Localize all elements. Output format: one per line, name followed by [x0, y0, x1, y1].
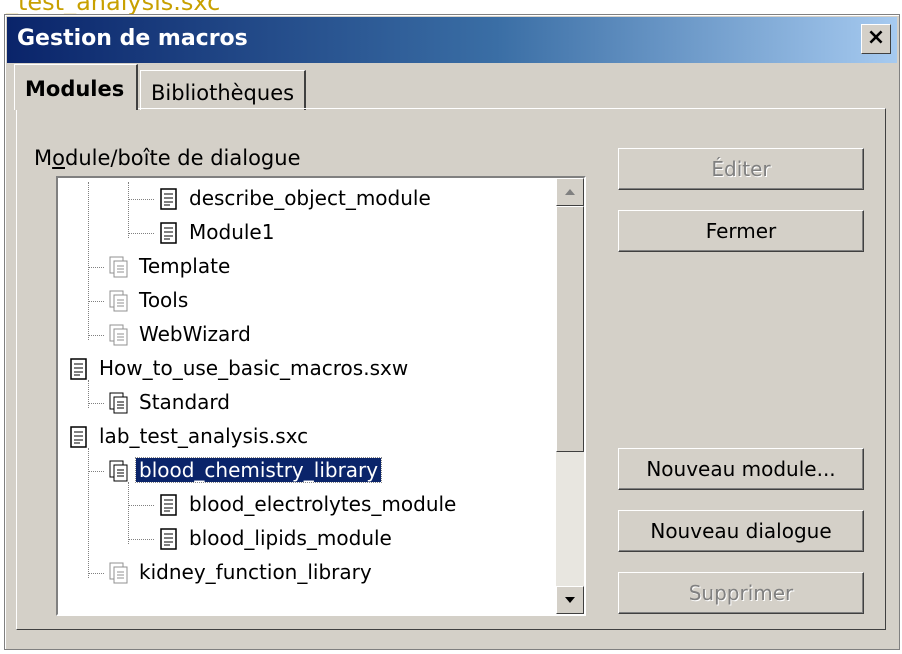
tab-libraries[interactable]: Bibliothèques — [140, 70, 306, 110]
tree-item[interactable]: blood_chemistry_library — [58, 454, 554, 488]
scroll-thumb[interactable] — [556, 206, 584, 452]
scroll-down-button[interactable] — [556, 586, 584, 614]
module-tree[interactable]: describe_object_module Module1 Template Too… — [56, 176, 586, 616]
arrow-up-icon — [565, 189, 575, 195]
edit-button[interactable]: Éditer — [618, 148, 864, 190]
tree-item[interactable]: kidney_function_library — [58, 556, 554, 590]
tree-item-label: How_to_use_basic_macros.sxw — [99, 356, 409, 380]
tree-connector — [88, 380, 89, 408]
title-bar[interactable]: Gestion de macros × — [7, 17, 897, 63]
tree-item-label: Standard — [139, 390, 230, 414]
tree-item[interactable]: WebWizard — [58, 318, 554, 352]
tree-item-label: blood_electrolytes_module — [189, 492, 457, 516]
window-title: Gestion de macros — [17, 26, 248, 51]
tree-item[interactable]: How_to_use_basic_macros.sxw — [58, 352, 554, 386]
delete-button[interactable]: Supprimer — [618, 572, 864, 614]
tree-item-label: kidney_function_library — [139, 560, 372, 584]
tree-item-label: blood_chemistry_library — [134, 457, 383, 483]
tree-item[interactable]: Module1 — [58, 216, 554, 250]
tree-connector — [88, 573, 104, 574]
tree-connector — [128, 199, 154, 200]
tree-connector — [128, 539, 154, 540]
tree-connector — [88, 471, 104, 472]
tree-item[interactable]: blood_lipids_module — [58, 522, 554, 556]
tree-item-label: lab_test_analysis.sxc — [99, 424, 309, 448]
tree-item-label: describe_object_module — [189, 186, 431, 210]
module-dialog-label: Module/boîte de dialogue — [34, 146, 301, 170]
tree-connector — [88, 448, 89, 578]
tree-item[interactable]: lab_test_analysis.sxc — [58, 420, 554, 454]
tree-connector — [128, 505, 154, 506]
tree-connector — [88, 267, 104, 268]
tree-item-label: Module1 — [189, 220, 275, 244]
scroll-up-button[interactable] — [556, 178, 584, 206]
tree-item[interactable]: Template — [58, 250, 554, 284]
new-module-button[interactable]: Nouveau module... — [618, 448, 864, 490]
tree-item[interactable]: blood_electrolytes_module — [58, 488, 554, 522]
tree-item-label: WebWizard — [139, 322, 251, 346]
tree-connector — [128, 182, 129, 238]
tab-modules[interactable]: Modules — [14, 64, 138, 110]
tree-item-label: blood_lipids_module — [189, 526, 392, 550]
close-button[interactable]: Fermer — [618, 210, 864, 252]
vertical-scrollbar[interactable] — [556, 178, 584, 614]
tree-item[interactable]: describe_object_module — [58, 182, 554, 216]
close-window-button[interactable]: × — [861, 24, 891, 54]
tree-item-label: Template — [139, 254, 231, 278]
tree-connector — [88, 335, 104, 336]
tree-connector — [128, 482, 129, 544]
new-dialog-button[interactable]: Nouveau dialogue — [618, 510, 864, 552]
tree-connector — [88, 403, 104, 404]
tree-item-label: Tools — [139, 288, 189, 312]
tree-connector — [88, 182, 89, 340]
tree-item[interactable]: Tools — [58, 284, 554, 318]
tree-item[interactable]: Standard — [58, 386, 554, 420]
arrow-down-icon — [565, 597, 575, 603]
tree-connector — [88, 301, 104, 302]
tree-connector — [128, 233, 154, 234]
